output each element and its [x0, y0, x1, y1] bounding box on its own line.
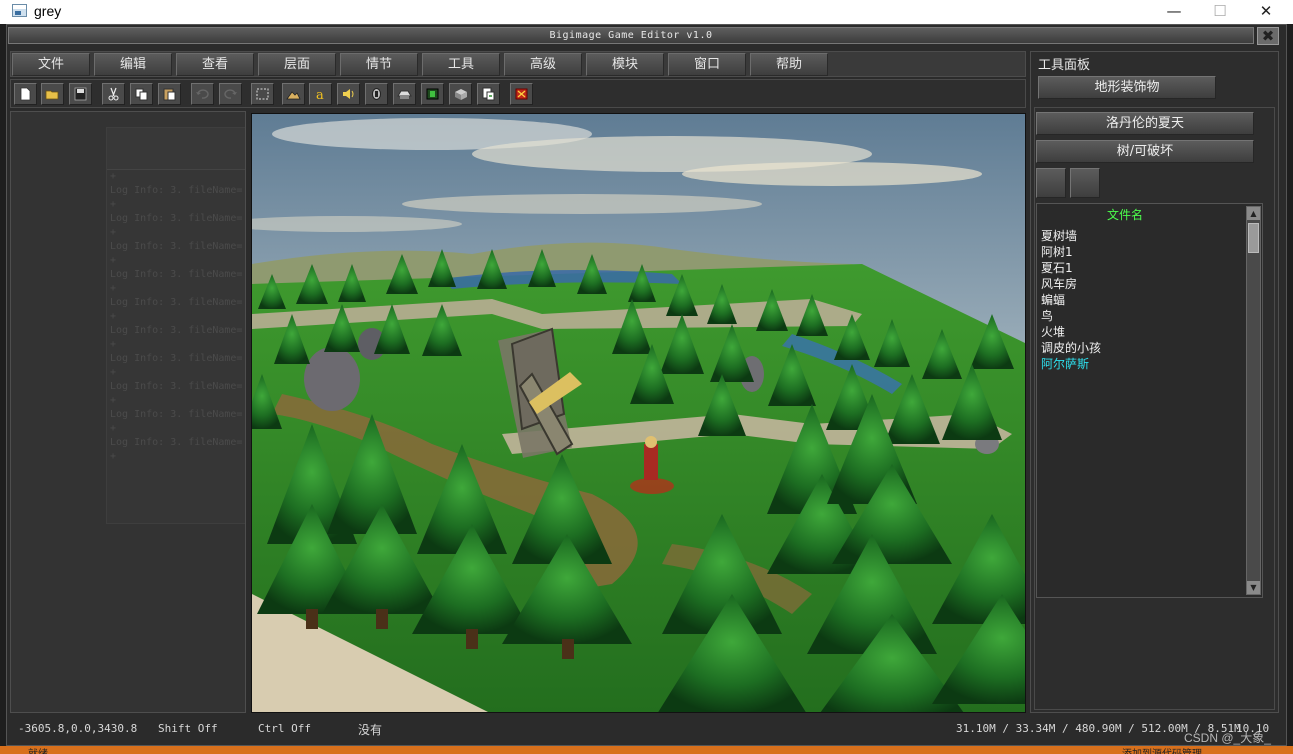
import-icon[interactable]: [477, 83, 500, 105]
log-line: +: [110, 199, 117, 210]
log-line: +: [110, 423, 117, 434]
redo-icon[interactable]: [219, 83, 242, 105]
cut-icon[interactable]: [102, 83, 125, 105]
list-item[interactable]: 蝙蝠: [1041, 292, 1101, 308]
log-line: +: [110, 283, 117, 294]
log-line: +: [110, 227, 117, 238]
category-dropdown[interactable]: 地形装饰物: [1038, 76, 1216, 99]
menu-scenario[interactable]: 情节: [340, 53, 418, 76]
log-line: +: [110, 171, 117, 182]
vs-status-strip: [0, 746, 1293, 754]
log-line: Log Info: 3. fileName=: [110, 381, 243, 392]
menu-help[interactable]: 帮助: [750, 53, 828, 76]
terrain-scene[interactable]: [252, 114, 1026, 713]
menu-advanced[interactable]: 高级: [504, 53, 582, 76]
file-list: 文件名 夏树墙 阿树1 夏石1 风车房 蝙蝠 鸟 火堆 调皮的小孩 阿尔萨斯 ▲…: [1036, 203, 1263, 598]
list-item[interactable]: 夏石1: [1041, 260, 1101, 276]
close-button[interactable]: ✕: [1243, 0, 1289, 24]
camera-icon[interactable]: [449, 83, 472, 105]
log-header: [107, 128, 245, 170]
tool-button-1[interactable]: [1036, 168, 1066, 198]
window-titlebar: grey — ☐ ✕: [0, 0, 1293, 24]
list-item[interactable]: 阿树1: [1041, 244, 1101, 260]
list-item-selected[interactable]: 阿尔萨斯: [1041, 356, 1101, 372]
region-icon[interactable]: [421, 83, 444, 105]
log-panel: + Log Info: 3. fileName= + Log Info: 3. …: [10, 111, 246, 713]
list-item[interactable]: 夏树墙: [1041, 228, 1101, 244]
ready-label: 就绪: [28, 745, 48, 754]
selection-status: 没有: [358, 723, 383, 737]
menu-view[interactable]: 查看: [176, 53, 254, 76]
scroll-thumb[interactable]: [1248, 223, 1259, 253]
undo-icon[interactable]: [191, 83, 214, 105]
tool-button-2[interactable]: [1070, 168, 1100, 198]
sound-icon[interactable]: [337, 83, 360, 105]
log-window: + Log Info: 3. fileName= + Log Info: 3. …: [106, 127, 245, 524]
log-line: +: [110, 255, 117, 266]
file-list-scrollbar[interactable]: ▲ ▼: [1246, 206, 1261, 595]
log-line: Log Info: 3. fileName=: [110, 353, 243, 364]
select-region-icon[interactable]: [251, 83, 274, 105]
menu-module[interactable]: 模块: [586, 53, 664, 76]
cursor-coords: -3605.8,0.0,3430.8: [18, 722, 138, 735]
menu-bar: 文件 编辑 查看 层面 情节 工具 高级 模块 窗口 帮助: [10, 51, 1026, 77]
menu-window[interactable]: 窗口: [668, 53, 746, 76]
log-line: +: [110, 339, 117, 350]
type-dropdown[interactable]: 树/可破坏: [1036, 140, 1254, 163]
source-control-label[interactable]: 添加到源代码管理: [1122, 745, 1202, 754]
paste-icon[interactable]: [158, 83, 181, 105]
ctrl-state: Ctrl Off: [258, 722, 311, 735]
test-map-icon[interactable]: [510, 83, 533, 105]
menu-file[interactable]: 文件: [12, 53, 90, 76]
log-line: Log Info: 3. fileName=: [110, 325, 243, 336]
text-icon[interactable]: a: [309, 83, 332, 105]
unit-icon[interactable]: [365, 83, 388, 105]
window-title: grey: [34, 3, 62, 19]
save-icon[interactable]: [69, 83, 92, 105]
log-line: +: [110, 395, 117, 406]
log-line: +: [110, 311, 117, 322]
list-item[interactable]: 鸟: [1041, 308, 1101, 324]
shift-state: Shift Off: [158, 722, 218, 735]
log-line: Log Info: 3. fileName=: [110, 409, 243, 420]
maximize-button[interactable]: ☐: [1197, 0, 1243, 24]
app-window-icon: [12, 4, 27, 17]
log-line: Log Info: 3. fileName=: [110, 437, 243, 448]
open-folder-icon[interactable]: [41, 83, 64, 105]
menu-tools[interactable]: 工具: [422, 53, 500, 76]
toolbar: a: [10, 79, 1026, 108]
scroll-down-arrow-icon[interactable]: ▼: [1247, 581, 1260, 594]
tileset-dropdown[interactable]: 洛丹伦的夏天: [1036, 112, 1254, 135]
tool-panel-title: 工具面板: [1038, 58, 1091, 73]
minimize-button[interactable]: —: [1151, 0, 1197, 24]
status-bar: -3605.8,0.0,3430.8 Shift Off Ctrl Off 没有…: [10, 717, 1279, 741]
log-line: Log Info: 3. fileName=: [110, 185, 243, 196]
log-line: Log Info: 3. fileName=: [110, 297, 243, 308]
new-file-icon[interactable]: [14, 83, 37, 105]
watermark: CSDN @_大象_: [1184, 731, 1271, 745]
log-line: Log Info: 3. fileName=: [110, 213, 243, 224]
map-viewport[interactable]: [251, 113, 1026, 713]
copy-icon[interactable]: [130, 83, 153, 105]
menu-edit[interactable]: 编辑: [94, 53, 172, 76]
scroll-up-arrow-icon[interactable]: ▲: [1247, 207, 1260, 220]
log-line: Log Info: 3. fileName=: [110, 269, 243, 280]
list-item[interactable]: 火堆: [1041, 324, 1101, 340]
svg-text:a: a: [316, 88, 324, 101]
log-line: +: [110, 451, 117, 462]
log-line: +: [110, 367, 117, 378]
menu-layer[interactable]: 层面: [258, 53, 336, 76]
doodad-icon[interactable]: [393, 83, 416, 105]
editor-title: Bigimage Game Editor v1.0: [8, 27, 1254, 44]
log-line: Log Info: 3. fileName=: [110, 241, 243, 252]
list-item[interactable]: 调皮的小孩: [1041, 340, 1101, 356]
file-list-header: 文件名: [1106, 208, 1143, 222]
terrain-icon[interactable]: [282, 83, 305, 105]
editor-close-button[interactable]: ✖: [1257, 27, 1279, 45]
list-item[interactable]: 风车房: [1041, 276, 1101, 292]
